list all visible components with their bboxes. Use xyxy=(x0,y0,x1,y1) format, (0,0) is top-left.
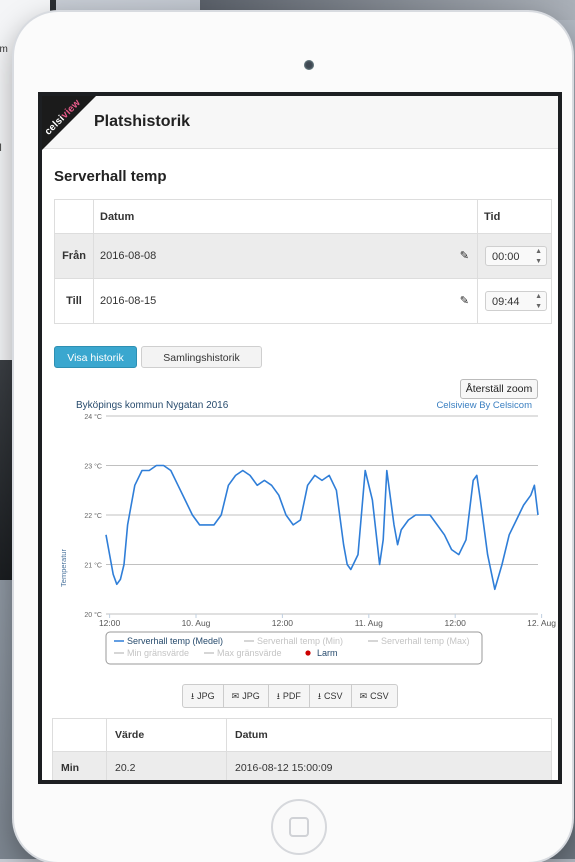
stats-header-blank xyxy=(52,718,107,752)
pencil-icon[interactable]: ✎ xyxy=(460,249,469,262)
export-label: PDF xyxy=(282,691,301,701)
x-tick-label: 12. Aug xyxy=(527,618,556,628)
date-row-from: Från 2016-08-08 ✎ 00:00 ▲ ▼ xyxy=(54,233,552,279)
chart-series xyxy=(105,464,539,591)
header-date: Datum xyxy=(93,199,478,234)
row-label-to: Till xyxy=(54,278,94,324)
from-time-value: 00:00 xyxy=(492,251,520,263)
to-time-select[interactable]: 09:44 ▲ ▼ xyxy=(485,291,547,311)
chart-grid: 20 °C21 °C22 °C23 °C24 °C12:00 10. Aug 12:… xyxy=(84,413,556,628)
header-time: Tid xyxy=(477,199,552,234)
y-axis-label: Temperatur xyxy=(59,549,68,587)
pencil-icon[interactable]: ✎ xyxy=(460,294,469,307)
tab-collection-history[interactable]: Samlingshistorik xyxy=(141,346,262,368)
legend-item[interactable]: Serverhall temp (Medel) xyxy=(127,636,223,646)
stepper-arrows-icon: ▲ ▼ xyxy=(535,293,542,310)
legend-item[interactable]: Serverhall temp (Max) xyxy=(381,636,470,646)
export-label: CSV xyxy=(370,691,389,701)
app-header: celsiview Platshistorik xyxy=(42,96,558,150)
stats-header-value: Värde xyxy=(106,718,227,752)
to-date-value: 2016-08-15 xyxy=(100,295,157,307)
series-line-medel xyxy=(105,464,539,591)
stats-row-date: 2016-08-12 15:00:09 xyxy=(226,751,552,780)
to-time-cell: 09:44 ▲ ▼ xyxy=(477,278,552,324)
mail-icon: ✉ xyxy=(231,691,240,701)
from-time-cell: 00:00 ▲ ▼ xyxy=(477,233,552,279)
to-time-value: 09:44 xyxy=(492,296,520,308)
mail-icon: ✉ xyxy=(359,691,368,701)
stats-row-min: Min 20.2 2016-08-12 15:00:09 xyxy=(52,751,552,780)
page-title: Platshistorik xyxy=(94,113,191,130)
y-tick-label: 24 °C xyxy=(84,413,102,421)
download-pdf-button[interactable]: ⭳ PDF xyxy=(269,685,310,707)
export-label: JPG xyxy=(242,691,260,701)
download-icon: ⭳ xyxy=(276,691,280,701)
to-date-field[interactable]: 2016-08-15 ✎ xyxy=(93,278,478,324)
stats-row-label: Min xyxy=(52,751,107,780)
email-jpg-button[interactable]: ✉ JPG xyxy=(224,685,269,707)
camera-icon xyxy=(304,60,314,70)
x-tick-label: 12:00 xyxy=(99,618,121,628)
home-square-icon xyxy=(289,817,309,837)
x-tick-label: 11. Aug xyxy=(355,618,383,628)
date-table-header: Datum Tid xyxy=(54,199,552,234)
sensor-title: Serverhall temp xyxy=(54,168,167,185)
x-tick-label: 12:00 xyxy=(272,618,294,628)
download-jpg-button[interactable]: ⭳ JPG xyxy=(183,685,224,707)
header-blank xyxy=(54,199,94,234)
background-text: al xyxy=(0,143,2,154)
chart-legend: Serverhall temp (Medel) Serverhall temp (… xyxy=(105,631,483,665)
reset-zoom-button[interactable]: Återställ zoom xyxy=(460,379,538,399)
legend-item[interactable]: Min gränsvärde xyxy=(127,648,189,658)
legend-item[interactable]: Max gränsvärde xyxy=(217,648,282,658)
stats-header-date: Datum xyxy=(226,718,552,752)
chart-title: Byköpings kommun Nygatan 2016 xyxy=(76,400,229,411)
statistics-table: Värde Datum Min 20.2 2016-08-12 15:00:09 xyxy=(52,718,552,780)
legend-marker xyxy=(305,650,311,656)
legend-item[interactable]: Serverhall temp (Min) xyxy=(257,636,343,646)
export-toolbar: ⭳ JPG ✉ JPG ⭳ PDF ⭳ CSV ✉ CSV xyxy=(182,684,398,708)
temperature-chart[interactable]: Byköpings kommun Nygatan 2016 Celsiview … xyxy=(42,392,558,672)
tab-show-history[interactable]: Visa historik xyxy=(54,346,137,368)
tablet-screen: celsiview Platshistorik Serverhall temp … xyxy=(38,92,562,784)
tablet-device: celsiview Platshistorik Serverhall temp … xyxy=(14,12,572,862)
legend-item[interactable]: Larm xyxy=(317,648,338,658)
x-tick-label: 12:00 xyxy=(445,618,467,628)
chart-credit[interactable]: Celsiview By Celsicom xyxy=(436,400,532,411)
download-icon: ⭳ xyxy=(317,691,322,701)
y-tick-label: 23 °C xyxy=(84,463,102,471)
row-label-from: Från xyxy=(54,233,94,279)
y-tick-label: 22 °C xyxy=(84,512,102,520)
y-tick-label: 21 °C xyxy=(84,562,102,570)
date-row-to: Till 2016-08-15 ✎ 09:44 ▲ ▼ xyxy=(54,278,552,324)
download-csv-button[interactable]: ⭳ CSV xyxy=(310,685,352,707)
stats-header: Värde Datum xyxy=(52,718,552,752)
stepper-arrows-icon: ▲ ▼ xyxy=(535,248,542,265)
email-csv-button[interactable]: ✉ CSV xyxy=(352,685,397,707)
export-label: JPG xyxy=(197,691,215,701)
export-label: CSV xyxy=(324,691,343,701)
download-icon: ⭳ xyxy=(191,691,195,701)
date-range-table: Datum Tid Från 2016-08-08 ✎ 00:00 ▲ ▼ Til… xyxy=(54,199,552,324)
from-date-value: 2016-08-08 xyxy=(100,250,157,262)
background-text: em xyxy=(0,44,8,55)
from-date-field[interactable]: 2016-08-08 ✎ xyxy=(93,233,478,279)
from-time-select[interactable]: 00:00 ▲ ▼ xyxy=(485,246,547,266)
stats-row-value: 20.2 xyxy=(106,751,227,780)
home-button[interactable] xyxy=(271,799,327,855)
x-tick-label: 10. Aug xyxy=(182,618,211,628)
